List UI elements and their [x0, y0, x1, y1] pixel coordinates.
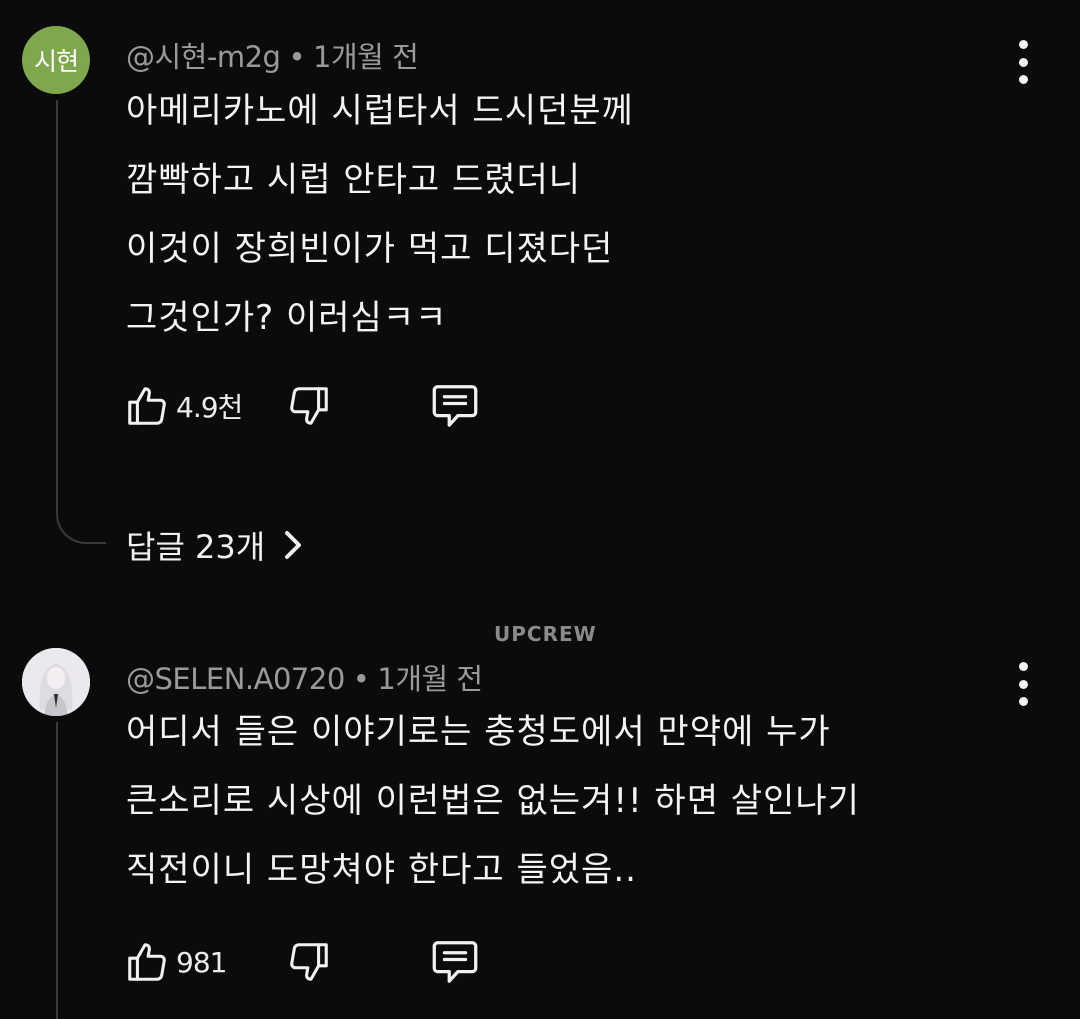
author-name[interactable]: @SELEN.A0720 [126, 662, 345, 696]
comment-actions: 4.9천 [124, 381, 524, 431]
avatar[interactable]: 시현 [22, 26, 90, 94]
comment-line: 어디서 들은 이야기로는 충청도에서 만약에 누가 [126, 712, 831, 752]
comment-line: 깜빡하고 시럽 안타고 드렸더니 [126, 160, 582, 200]
author-name[interactable]: @시현-m2g [126, 40, 281, 74]
reply-button[interactable] [430, 381, 480, 431]
like-count: 981 [176, 945, 227, 979]
thumbs-down-icon [290, 387, 328, 425]
view-replies-button[interactable]: 답글 23개 [126, 520, 307, 570]
avatar-initials: 시현 [33, 47, 79, 76]
comment-actions: 981 [124, 937, 524, 987]
like-button[interactable]: 981 [124, 937, 227, 987]
like-button[interactable]: 4.9천 [124, 381, 243, 431]
chevron-right-icon [285, 531, 302, 559]
dislike-button[interactable] [286, 381, 332, 431]
thumbs-down-icon [290, 943, 328, 981]
comment-line: 그것인가? 이러심ㅋㅋ [126, 298, 448, 338]
thread-line [56, 100, 58, 508]
comment-line: 아메리카노에 시럽타서 드시던분께 [126, 91, 634, 131]
comment-body: 아메리카노에 시럽타서 드시던분께 깜빡하고 시럽 안타고 드렸더니 이것이 장… [126, 77, 634, 353]
separator-dot: • [352, 662, 370, 696]
thread-curve [56, 506, 106, 544]
more-vertical-icon[interactable] [1013, 40, 1033, 84]
thread-line [56, 722, 58, 1019]
avatar-image [22, 648, 90, 716]
comment-meta: @SELEN.A0720 • 1개월 전 [126, 656, 483, 698]
avatar[interactable] [22, 648, 90, 716]
thumbs-up-icon [128, 943, 166, 981]
comment-time: 1개월 전 [313, 40, 419, 74]
comment-icon [432, 941, 478, 983]
thumbs-up-icon [128, 387, 166, 425]
comment-body: 어디서 들은 이야기로는 충청도에서 만약에 누가 큰소리로 시상에 이런법은 … [126, 698, 860, 905]
comment-line: 이것이 장희빈이가 먹고 디졌다던 [126, 229, 614, 269]
more-vertical-icon[interactable] [1013, 662, 1033, 706]
comment-time: 1개월 전 [377, 662, 483, 696]
like-count: 4.9천 [176, 391, 243, 424]
comment-line: 직전이니 도망쳐야 한다고 들었음.. [126, 850, 637, 890]
comment-meta: @시현-m2g • 1개월 전 [126, 34, 419, 76]
reply-button[interactable] [430, 937, 480, 987]
watermark: UPCREW [494, 622, 597, 646]
dislike-button[interactable] [286, 937, 332, 987]
replies-label: 답글 23개 [126, 528, 266, 566]
comment-line: 큰소리로 시상에 이런법은 없는겨!! 하면 살인나기 [126, 781, 860, 821]
separator-dot: • [288, 40, 306, 74]
comment-icon [432, 385, 478, 427]
